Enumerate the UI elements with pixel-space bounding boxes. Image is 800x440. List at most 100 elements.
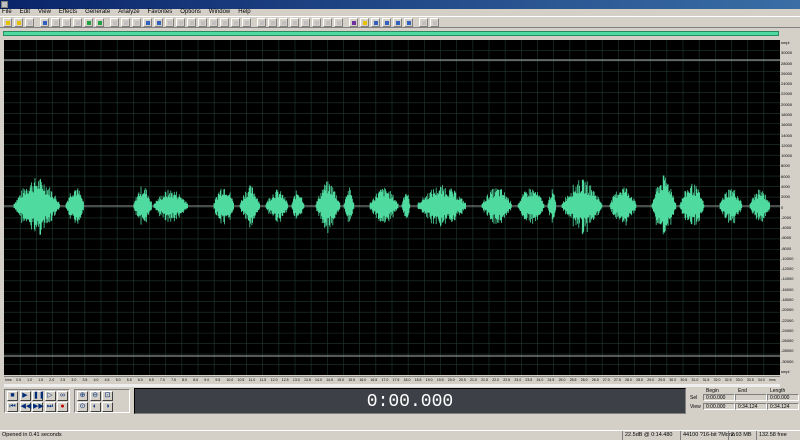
view-row-label: View xyxy=(690,404,701,410)
view-length-field[interactable]: 0:34.124 xyxy=(767,403,799,410)
toolbar-button-12[interactable] xyxy=(132,18,141,27)
waveform-canvas[interactable] xyxy=(4,40,780,375)
rewind-button[interactable]: ◀◀ xyxy=(19,402,31,412)
toolbar-button-28[interactable] xyxy=(312,18,321,27)
toolbar-button-27[interactable] xyxy=(301,18,310,27)
play-button[interactable]: ▶ xyxy=(19,391,31,401)
forward-icon: ▶▶ xyxy=(33,403,44,410)
toolbar-button-11[interactable] xyxy=(121,18,130,27)
toolbar-button-34[interactable] xyxy=(382,18,391,27)
zoom-selection-button[interactable]: ⊙ xyxy=(77,402,88,412)
status-format: 44100 ?16-bit ?Mono xyxy=(680,431,735,440)
amplitude-tick-label: -28000 xyxy=(781,348,794,354)
toolbar-button-15[interactable] xyxy=(165,18,174,27)
sel-length-field[interactable]: 0:00.000 xyxy=(767,394,799,401)
loop-button[interactable]: ∞ xyxy=(57,391,68,401)
zoom-out-button[interactable]: ⊖ xyxy=(89,391,101,401)
toolbar-button-24[interactable] xyxy=(268,18,277,27)
toolbar-button-23[interactable] xyxy=(257,18,266,27)
toolbar-button-33[interactable] xyxy=(371,18,380,27)
toolbar-button-9[interactable] xyxy=(95,18,104,27)
time-tick-label: 16.0 xyxy=(359,378,367,382)
toolbar-button-36[interactable] xyxy=(404,18,413,27)
menu-favorites[interactable]: Favorites xyxy=(148,9,173,16)
toolbar-button-38[interactable] xyxy=(430,18,439,27)
record-icon: ● xyxy=(60,403,65,410)
toolbar-button-7[interactable] xyxy=(73,18,82,27)
amplitude-tick-label: -20000 xyxy=(781,307,794,313)
amplitude-tick-label: -2000 xyxy=(781,214,792,220)
menu-analyze[interactable]: Analyze xyxy=(118,9,139,16)
menu-effects[interactable]: Effects xyxy=(59,9,77,16)
toolbar-icon xyxy=(260,21,264,25)
time-tick-label: 17.5 xyxy=(392,378,400,382)
toolbar-button-17[interactable] xyxy=(187,18,196,27)
time-ruler[interactable]: hms 0.5 1.0 1.5 2.0 2.5 3.0 3.5 4.0 4.5 5.0 5.5 6.0 6… xyxy=(4,376,780,384)
toolbar-button-3[interactable] xyxy=(25,18,34,27)
toolbar-button-25[interactable] xyxy=(279,18,288,27)
toolbar-button-18[interactable] xyxy=(198,18,207,27)
toolbar-button-21[interactable] xyxy=(231,18,240,27)
toolbar-button-6[interactable] xyxy=(62,18,71,27)
overview-range-bar[interactable] xyxy=(3,31,779,36)
menu-view[interactable]: View xyxy=(38,9,51,16)
go-start-button[interactable]: ⏮ xyxy=(7,402,18,412)
menu-generate[interactable]: Generate xyxy=(85,9,110,16)
toolbar-button-1[interactable] xyxy=(3,18,12,27)
waveform-display[interactable] xyxy=(4,40,780,375)
toolbar-button-10[interactable] xyxy=(110,18,119,27)
status-size: 2.93 MB xyxy=(728,431,751,440)
toolbar-button-22[interactable] xyxy=(242,18,251,27)
amplitude-tick-label: -12000 xyxy=(781,266,794,272)
toolbar-button-32[interactable] xyxy=(360,18,369,27)
toolbar-button-8[interactable] xyxy=(84,18,93,27)
amplitude-tick-label: -10000 xyxy=(781,255,794,261)
pause-button[interactable]: ❚❚ xyxy=(32,391,45,401)
title-bar xyxy=(0,0,800,9)
toolbar-button-31[interactable] xyxy=(349,18,358,27)
toolbar-button-2[interactable] xyxy=(14,18,23,27)
view-begin-field[interactable]: 0:00.000 xyxy=(703,403,735,410)
go-end-button[interactable]: ⏭ xyxy=(44,402,56,412)
time-tick-label: 8.0 xyxy=(182,378,188,382)
stop-icon: ■ xyxy=(10,392,15,399)
record-button[interactable]: ● xyxy=(57,402,68,412)
toolbar-button-20[interactable] xyxy=(220,18,229,27)
zoom-full-button[interactable]: ⊡ xyxy=(102,391,113,401)
time-tick-label: 26.0 xyxy=(580,378,588,382)
toolbar-button-29[interactable] xyxy=(323,18,332,27)
menu-options[interactable]: Options xyxy=(180,9,201,16)
amplitude-tick-label: 16000 xyxy=(781,122,793,128)
zoom-in-button[interactable]: ⊕ xyxy=(77,391,88,401)
time-tick-label: 22.0 xyxy=(492,378,499,382)
toolbar-button-37[interactable] xyxy=(419,18,428,27)
stop-button[interactable]: ■ xyxy=(7,391,18,401)
toolbar-button-35[interactable] xyxy=(393,18,402,27)
toolbar-button-30[interactable] xyxy=(334,18,343,27)
time-tick-label: 18.0 xyxy=(403,378,411,382)
toolbar-button-5[interactable] xyxy=(51,18,60,27)
toolbar-button-16[interactable] xyxy=(176,18,185,27)
time-tick-label: 6.0 xyxy=(137,378,143,382)
zoom-right-button[interactable]: ◑ xyxy=(102,402,113,412)
horizontal-scrollbar[interactable] xyxy=(4,384,780,387)
play-to-end-button[interactable]: ▷ xyxy=(44,391,56,401)
menu-window[interactable]: Window xyxy=(209,9,230,16)
toolbar-button-13[interactable] xyxy=(143,18,152,27)
toolbar-button-19[interactable] xyxy=(209,18,218,27)
menu-edit[interactable]: Edit xyxy=(20,9,30,16)
time-tick-label: 27.5 xyxy=(613,378,621,382)
menu-file[interactable]: File xyxy=(2,9,12,16)
menu-help[interactable]: Help xyxy=(238,9,250,16)
toolbar-button-26[interactable] xyxy=(290,18,299,27)
forward-button[interactable]: ▶▶ xyxy=(32,402,44,412)
toolbar-button-4[interactable] xyxy=(40,18,49,27)
zoom-left-button[interactable]: ◐ xyxy=(89,402,101,412)
sel-end-field[interactable] xyxy=(735,394,767,401)
toolbar-button-14[interactable] xyxy=(154,18,163,27)
sel-begin-field[interactable]: 0:00.000 xyxy=(703,394,735,401)
view-end-field[interactable]: 0:34.124 xyxy=(735,403,767,410)
zoom-left-icon: ◐ xyxy=(92,403,98,410)
toolbar-icon xyxy=(201,21,205,25)
amplitude-tick-label: 4000 xyxy=(781,183,790,189)
